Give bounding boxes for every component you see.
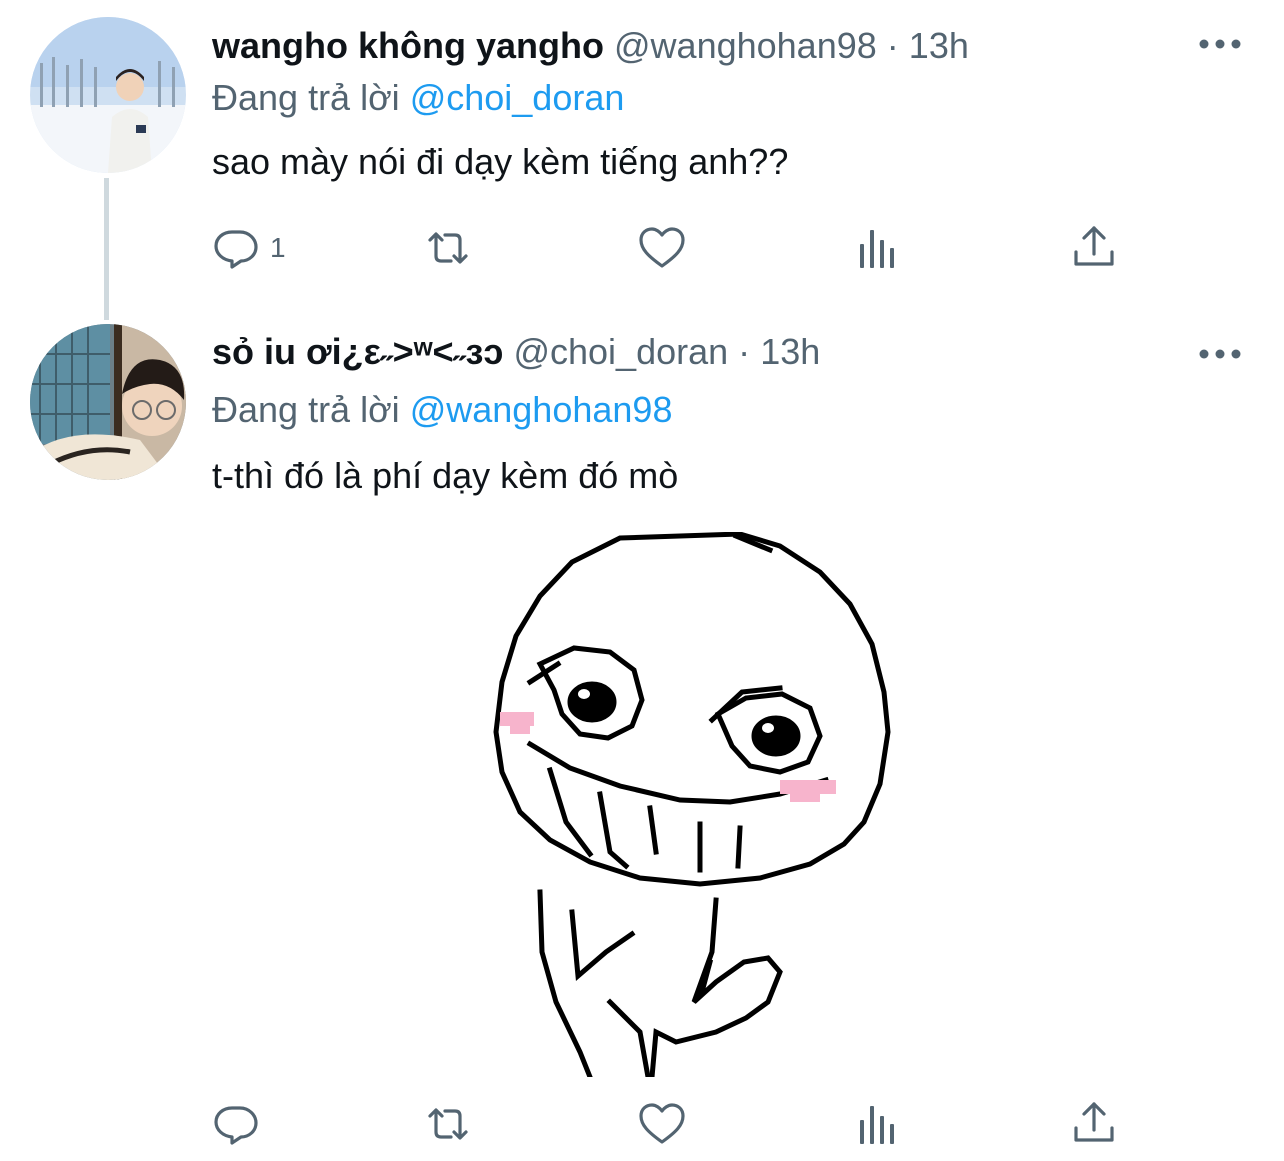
share-icon [1074, 226, 1114, 266]
avatar[interactable] [30, 324, 186, 480]
display-name[interactable]: wangho không yangho [212, 25, 604, 66]
share-button[interactable] [1070, 1094, 1118, 1154]
like-button[interactable] [638, 218, 686, 278]
reply-icon [214, 1106, 258, 1145]
timestamp[interactable]: 13h [760, 331, 820, 372]
replying-prefix: Đang trả lời [212, 77, 400, 118]
display-name[interactable]: sỏ iu ơi¿ε˶>ʷ<˶зɔ [212, 331, 503, 372]
like-button[interactable] [638, 1094, 686, 1154]
reply-button[interactable]: 1 [212, 218, 286, 278]
more-icon[interactable] [1198, 34, 1242, 54]
timestamp[interactable]: 13h [909, 25, 969, 66]
separator-dot: · [738, 331, 751, 372]
views-button[interactable] [854, 218, 902, 278]
mention-link[interactable]: @wanghohan98 [410, 389, 673, 430]
like-icon [639, 1103, 685, 1144]
tweet-media-sticker[interactable] [480, 532, 900, 1077]
retweet-icon [428, 232, 468, 264]
thread-line [104, 178, 109, 320]
replying-to: Đang trả lời @wanghohan98 [212, 388, 672, 432]
tweet-header: sỏ iu ơi¿ε˶>ʷ<˶зɔ @choi_doran · 13h [212, 330, 820, 374]
tweet-header: wangho không yangho @wanghohan98 · 13h [212, 24, 969, 68]
mention-link[interactable]: @choi_doran [410, 77, 625, 118]
retweet-icon [428, 1108, 468, 1140]
more-icon[interactable] [1198, 344, 1242, 364]
user-handle[interactable]: @wanghohan98 [614, 25, 877, 66]
reply-icon [214, 230, 258, 269]
like-icon [639, 227, 685, 268]
tweet[interactable]: sỏ iu ơi¿ε˶>ʷ<˶зɔ @choi_doran · 13h Đang… [0, 310, 1284, 1161]
views-icon [860, 1106, 894, 1144]
views-button[interactable] [854, 1094, 902, 1154]
share-icon [1074, 1102, 1114, 1142]
separator-dot: · [886, 25, 899, 66]
retweet-button[interactable] [424, 218, 472, 278]
reply-count: 1 [270, 232, 286, 263]
avatar[interactable] [30, 17, 186, 173]
retweet-button[interactable] [424, 1094, 472, 1154]
action-bar: 1 [212, 218, 1142, 278]
reply-button[interactable] [212, 1094, 270, 1154]
share-button[interactable] [1070, 218, 1118, 278]
tweet-text: t-thì đó là phí dạy kèm đó mò [212, 455, 679, 496]
replying-prefix: Đang trả lời [212, 389, 400, 430]
action-bar [212, 1094, 1142, 1154]
tweet[interactable]: wangho không yangho @wanghohan98 · 13h Đ… [0, 0, 1284, 320]
views-icon [860, 230, 894, 268]
tweet-text: sao mày nói đi dạy kèm tiếng anh?? [212, 141, 789, 182]
replying-to: Đang trả lời @choi_doran [212, 76, 624, 120]
user-handle[interactable]: @choi_doran [513, 331, 728, 372]
